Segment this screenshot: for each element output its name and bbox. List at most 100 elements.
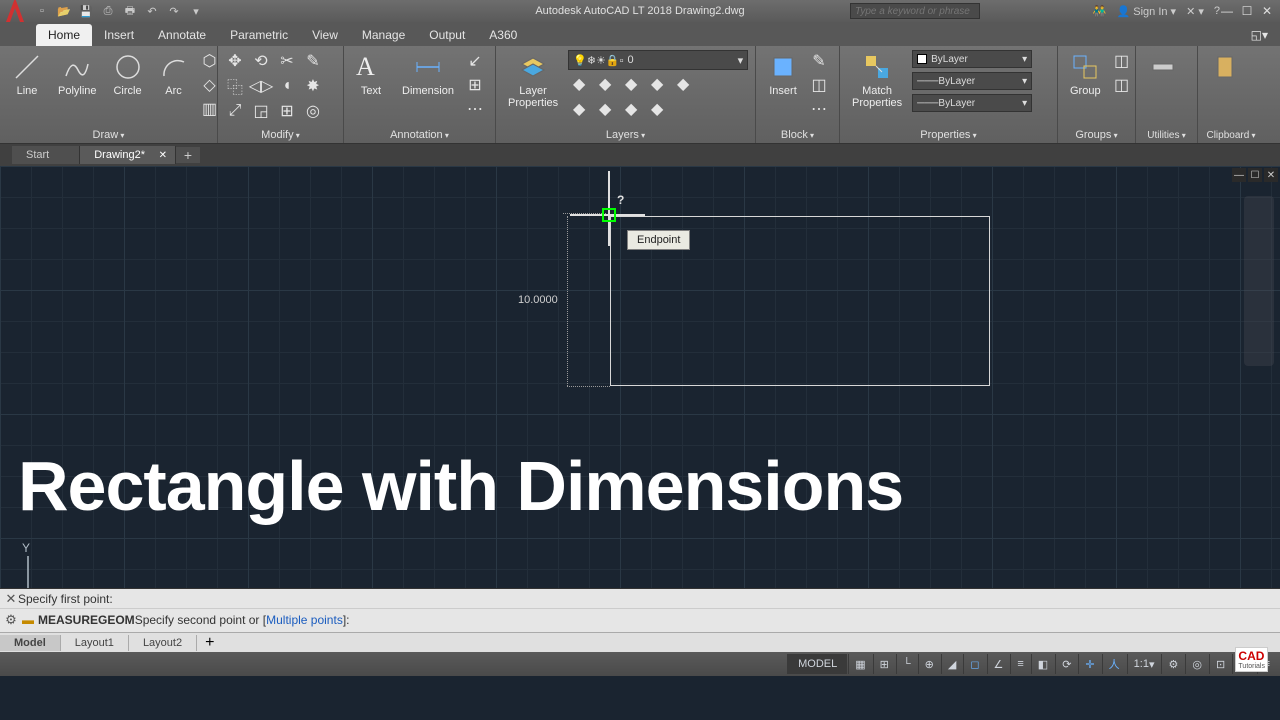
status-scale-button[interactable]: 1:1 ▾ <box>1127 654 1161 674</box>
stretch-icon[interactable]: ⤢ <box>224 100 246 122</box>
group-edit-icon[interactable]: ◫ <box>1111 74 1133 96</box>
status-cycling-icon[interactable]: ⟳ <box>1055 654 1077 674</box>
fillet-icon[interactable]: ◖ <box>276 75 298 97</box>
qat-dropdown-icon[interactable]: ▾ <box>188 3 204 19</box>
linetype-dropdown[interactable]: ─── ByLayer▾ <box>912 94 1032 112</box>
navigation-bar[interactable] <box>1244 196 1274 366</box>
status-lwt-icon[interactable]: ≡ <box>1010 654 1029 674</box>
status-workspace-icon[interactable]: ⚙ <box>1161 654 1184 674</box>
table-icon[interactable]: ⊞ <box>464 74 486 96</box>
block-attr-icon[interactable]: ⋯ <box>808 98 830 120</box>
status-transparency-icon[interactable]: ◧ <box>1031 654 1054 674</box>
insert-block-button[interactable]: Insert <box>762 50 804 99</box>
panel-layers-label[interactable]: Layers <box>502 127 749 143</box>
block-edit-icon[interactable]: ✎ <box>808 50 830 72</box>
tab-insert[interactable]: Insert <box>92 24 146 46</box>
status-dynmode-icon[interactable]: ✛ <box>1078 654 1100 674</box>
layer-tool8-icon[interactable]: ◆ <box>620 98 642 120</box>
close-button[interactable]: ✕ <box>1258 3 1276 19</box>
mirror-icon[interactable]: ◁▷ <box>250 75 272 97</box>
layer-tool3-icon[interactable]: ◆ <box>620 73 642 95</box>
saveas-icon[interactable]: ⎙ <box>100 3 116 19</box>
add-layout-button[interactable]: + <box>197 632 222 654</box>
color-dropdown[interactable]: ByLayer▾ <box>912 50 1032 68</box>
redo-icon[interactable]: ↷ <box>166 3 182 19</box>
status-annomon-icon[interactable]: ◎ <box>1185 654 1208 674</box>
layer-tool1-icon[interactable]: ◆ <box>568 73 590 95</box>
status-osnap-icon[interactable]: ◻ <box>963 654 985 674</box>
add-tab-button[interactable]: + <box>176 147 200 163</box>
line-button[interactable]: Line <box>6 50 48 99</box>
new-icon[interactable]: ▫ <box>34 3 50 19</box>
tab-parametric[interactable]: Parametric <box>218 24 300 46</box>
erase-icon[interactable]: ✎ <box>302 50 324 72</box>
layout2-tab[interactable]: Layout2 <box>129 635 197 651</box>
layer-tool2-icon[interactable]: ◆ <box>594 73 616 95</box>
tab-output[interactable]: Output <box>417 24 477 46</box>
explode-icon[interactable]: ✸ <box>302 75 324 97</box>
cmd-customize-icon[interactable]: ⚙ <box>4 612 18 628</box>
layer-tool7-icon[interactable]: ◆ <box>594 98 616 120</box>
tab-a360[interactable]: A360 <box>477 24 529 46</box>
undo-icon[interactable]: ↶ <box>144 3 160 19</box>
panel-annotation-label[interactable]: Annotation <box>350 127 489 143</box>
drawing-canvas[interactable]: 10.0000 ? Endpoint — ☐ ✕ XY Rectangle wi… <box>0 166 1280 588</box>
panel-properties-label[interactable]: Properties <box>846 127 1051 143</box>
trim-icon[interactable]: ✂ <box>276 50 298 72</box>
circle-button[interactable]: Circle <box>107 50 149 99</box>
status-units-icon[interactable]: ⊡ <box>1209 654 1231 674</box>
arc-button[interactable]: Arc <box>153 50 195 99</box>
file-tab-start[interactable]: Start <box>12 146 80 164</box>
panel-clipboard-label[interactable]: Clipboard <box>1204 128 1258 143</box>
status-otrack-icon[interactable]: ∠ <box>987 654 1010 674</box>
exchange-icon[interactable]: ✕ ▾ <box>1186 5 1204 18</box>
dimension-button[interactable]: Dimension <box>396 50 460 99</box>
vp-minimize-icon[interactable]: — <box>1232 168 1246 182</box>
measure-button[interactable] <box>1142 50 1184 84</box>
status-isodraft-icon[interactable]: ◢ <box>941 654 962 674</box>
search-input[interactable] <box>850 3 980 19</box>
group-button[interactable]: Group <box>1064 50 1107 99</box>
tab-annotate[interactable]: Annotate <box>146 24 218 46</box>
status-ortho-icon[interactable]: └ <box>896 654 917 674</box>
status-grid-icon[interactable]: ▦ <box>848 654 871 674</box>
array-icon[interactable]: ⊞ <box>276 100 298 122</box>
file-tab-drawing[interactable]: Drawing2*✕ <box>80 146 176 164</box>
cmd-close-icon[interactable]: ✕ <box>4 591 18 607</box>
layer-tool9-icon[interactable]: ◆ <box>646 98 668 120</box>
cmd-option[interactable]: Multiple points <box>266 613 343 627</box>
lineweight-dropdown[interactable]: ─── ByLayer▾ <box>912 72 1032 90</box>
layer-tool6-icon[interactable]: ◆ <box>568 98 590 120</box>
match-properties-button[interactable]: Match Properties <box>846 50 908 111</box>
block-create-icon[interactable]: ◫ <box>808 74 830 96</box>
tab-view[interactable]: View <box>300 24 350 46</box>
panel-utilities-label[interactable]: Utilities <box>1142 128 1191 143</box>
status-model-button[interactable]: MODEL <box>787 654 847 674</box>
annot-misc-icon[interactable]: ⋯ <box>464 98 486 120</box>
tab-home[interactable]: Home <box>36 24 92 46</box>
vp-close-icon[interactable]: ✕ <box>1264 168 1278 182</box>
signin-button[interactable]: 👤 Sign In ▾ <box>1116 5 1176 18</box>
layer-dropdown[interactable]: 💡❄☀🔒▫ 0▾ <box>568 50 748 70</box>
status-polar-icon[interactable]: ⊕ <box>918 654 940 674</box>
panel-block-label[interactable]: Block <box>762 127 833 143</box>
leader-icon[interactable]: ↙ <box>464 50 486 72</box>
paste-button[interactable] <box>1204 50 1246 84</box>
save-icon[interactable]: 💾 <box>78 3 94 19</box>
plot-icon[interactable]: 🖶 <box>122 3 138 19</box>
panel-draw-label[interactable]: Draw <box>6 127 211 143</box>
maximize-button[interactable]: ☐ <box>1238 3 1256 19</box>
status-snap-icon[interactable]: ⊞ <box>873 654 895 674</box>
model-tab[interactable]: Model <box>0 635 61 651</box>
text-button[interactable]: AText <box>350 50 392 99</box>
open-icon[interactable]: 📂 <box>56 3 72 19</box>
move-icon[interactable]: ✥ <box>224 50 246 72</box>
panel-modify-label[interactable]: Modify <box>224 127 337 143</box>
vp-maximize-icon[interactable]: ☐ <box>1248 168 1262 182</box>
layout1-tab[interactable]: Layout1 <box>61 635 129 651</box>
minimize-button[interactable]: — <box>1218 3 1236 19</box>
polyline-button[interactable]: Polyline <box>52 50 103 99</box>
command-line[interactable]: ✕Specify first point: ⚙▬MEASUREGEOM Spec… <box>0 588 1280 632</box>
layer-tool5-icon[interactable]: ◆ <box>672 73 694 95</box>
layer-tool4-icon[interactable]: ◆ <box>646 73 668 95</box>
